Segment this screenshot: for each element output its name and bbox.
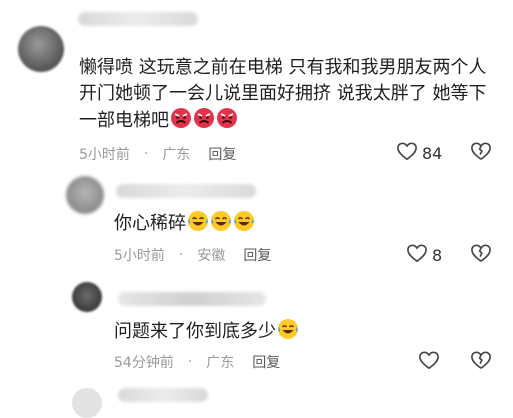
laughing-crying-face-icon	[233, 210, 255, 240]
meta-separator: ·	[178, 247, 184, 263]
like-count: 8	[432, 245, 443, 265]
reply-avatar[interactable]	[72, 282, 102, 312]
reply-button[interactable]: 回复	[252, 352, 280, 372]
heart-outline-icon	[406, 243, 428, 267]
broken-heart-icon	[470, 142, 492, 165]
reply-avatar[interactable]	[72, 388, 102, 418]
like-count: 84	[422, 143, 443, 163]
heart-outline-icon	[418, 350, 440, 374]
angry-face-icon	[170, 107, 192, 137]
reply-meta: 54分钟前 · 广东 回复	[114, 352, 280, 372]
dislike-button[interactable]	[470, 141, 492, 165]
heart-outline-icon	[396, 141, 418, 165]
reply-text: 你心稀碎	[114, 210, 255, 240]
dislike-button[interactable]	[470, 243, 492, 267]
meta-separator: ·	[143, 146, 149, 162]
blurred-username	[78, 12, 198, 26]
laughing-crying-face-icon	[210, 210, 232, 240]
reply-text: 问题来了你到底多少	[114, 318, 299, 348]
laughing-crying-face-icon	[187, 210, 209, 240]
timestamp: 5小时前	[79, 147, 130, 163]
dislike-button[interactable]	[470, 350, 492, 374]
blurred-username	[116, 184, 256, 198]
reply-button[interactable]: 回复	[208, 144, 236, 164]
timestamp: 54分钟前	[114, 355, 174, 371]
meta-separator: ·	[187, 354, 193, 370]
reply-meta: 5小时前 · 安徽 回复	[114, 245, 271, 265]
like-button[interactable]: 8	[406, 243, 442, 267]
location: 广东	[162, 147, 191, 163]
angry-face-icon	[193, 107, 215, 137]
reply-avatar[interactable]	[66, 176, 104, 214]
timestamp: 5小时前	[114, 248, 165, 264]
location: 安徽	[197, 248, 226, 264]
angry-face-icon	[216, 107, 238, 137]
like-button[interactable]	[418, 350, 444, 374]
like-button[interactable]: 84	[396, 141, 442, 165]
comment-text: 懒得喷 这玩意之前在电梯 只有我和我男朋友两个人 开门她顿了一会儿说里面好拥挤 …	[79, 55, 499, 137]
comment-meta: 5小时前 · 广东 回复	[79, 144, 236, 164]
reply-button[interactable]: 回复	[243, 245, 271, 265]
blurred-username	[118, 292, 266, 306]
broken-heart-icon	[470, 244, 492, 267]
laughing-crying-face-icon	[277, 318, 299, 348]
broken-heart-icon	[470, 351, 492, 374]
commenter-avatar[interactable]	[18, 26, 64, 72]
location: 广东	[206, 355, 235, 371]
